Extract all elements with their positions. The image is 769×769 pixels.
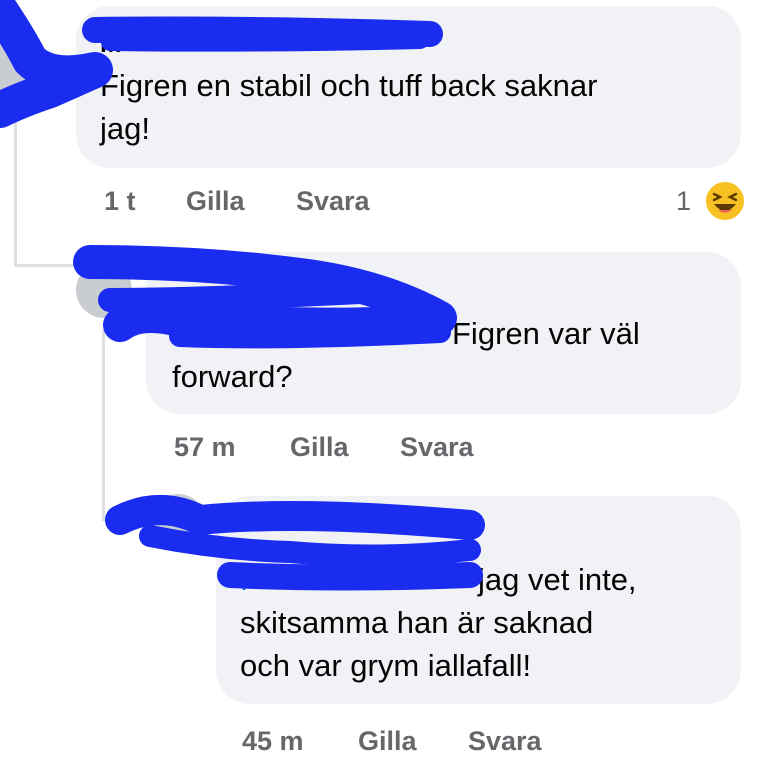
redaction-scribbles — [0, 0, 485, 591]
